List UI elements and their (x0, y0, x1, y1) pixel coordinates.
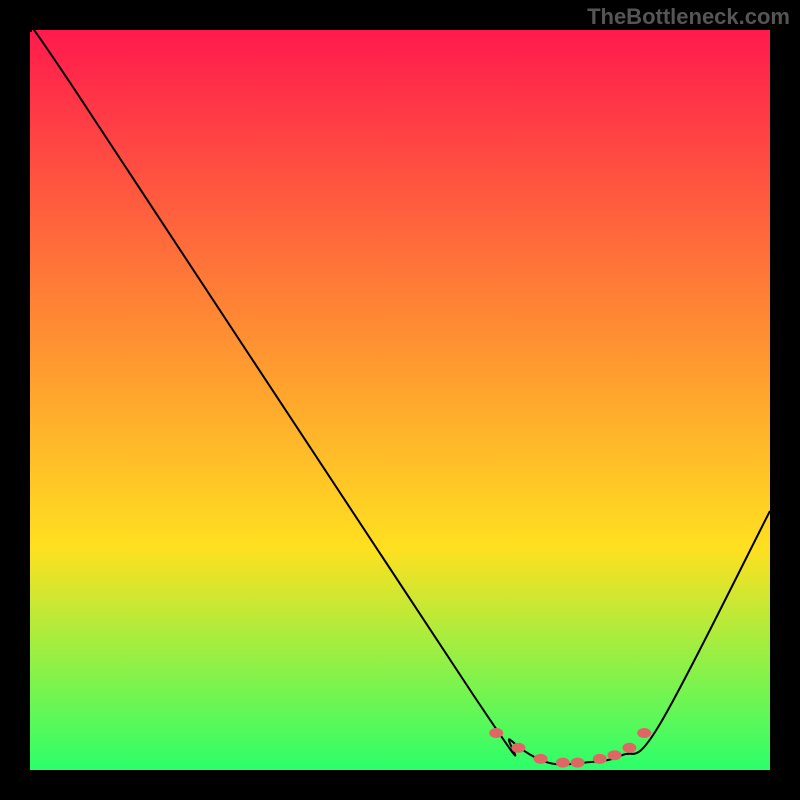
plot-svg (30, 30, 770, 770)
bead-icon (637, 728, 651, 738)
bead-icon (489, 728, 503, 738)
bead-icon (534, 754, 548, 764)
gradient-background (30, 30, 770, 770)
bead-icon (608, 750, 622, 760)
chart-frame: TheBottleneck.com (0, 0, 800, 800)
attribution-text: TheBottleneck.com (587, 4, 790, 30)
bead-icon (556, 758, 570, 768)
bead-icon (571, 758, 585, 768)
bead-icon (622, 743, 636, 753)
bead-icon (511, 743, 525, 753)
plot-area (30, 30, 770, 770)
bead-icon (593, 754, 607, 764)
